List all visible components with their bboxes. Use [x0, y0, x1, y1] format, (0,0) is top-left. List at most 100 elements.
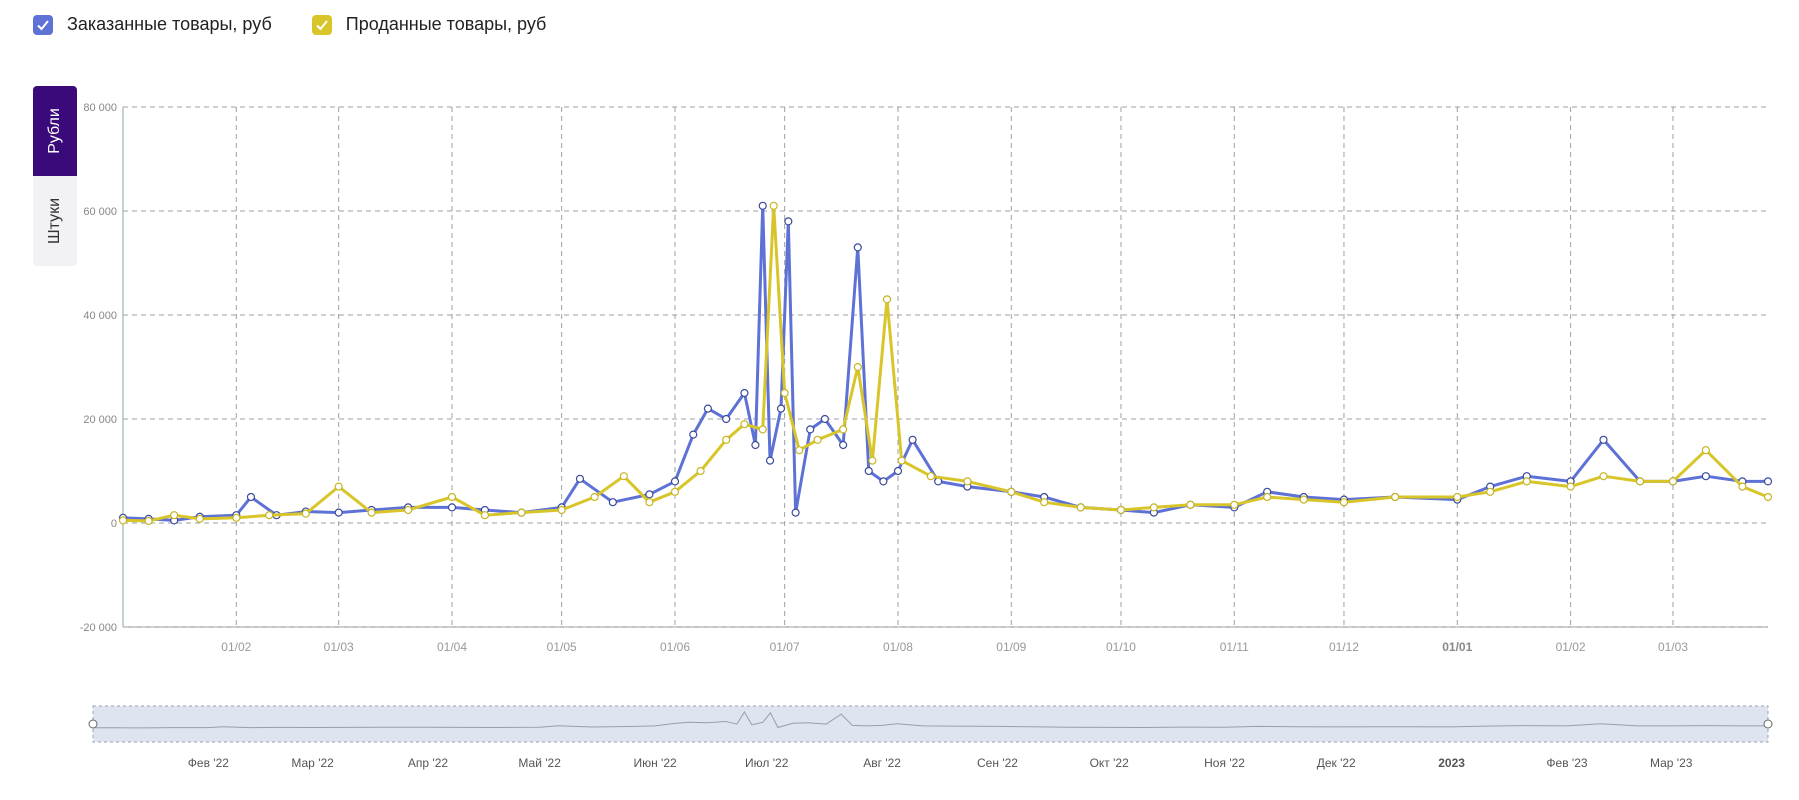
x-tick-label: 01/06	[660, 640, 690, 654]
data-point[interactable]	[118, 516, 128, 525]
data-point[interactable]	[144, 516, 153, 526]
data-point[interactable]	[740, 388, 749, 398]
x-tick-label: 01/04	[437, 640, 467, 654]
data-point[interactable]	[195, 514, 204, 523]
data-point[interactable]	[897, 456, 906, 465]
data-point[interactable]	[1701, 446, 1710, 455]
y-axis: 80 000 60 000 40 000 20 000 0 -20 000	[80, 102, 117, 634]
data-point[interactable]	[963, 477, 972, 486]
data-point[interactable]	[722, 435, 731, 444]
data-point[interactable]	[447, 503, 457, 512]
data-point[interactable]	[1599, 435, 1608, 444]
range-navigator[interactable]: Фев '22 Мар '22 Апр '22 Май '22 Июн '22 Июл '…	[88, 705, 1773, 770]
data-point[interactable]	[1668, 477, 1678, 486]
navigator-handle-left[interactable]	[88, 719, 98, 729]
x-tick-label: 01/10	[1106, 640, 1136, 654]
navigator-label: Апр '22	[408, 756, 448, 770]
data-point[interactable]	[608, 498, 617, 507]
data-point[interactable]	[1701, 472, 1710, 481]
navigator-label: Дек '22	[1317, 756, 1356, 770]
data-point[interactable]	[404, 505, 413, 515]
data-point[interactable]	[806, 425, 815, 434]
data-point[interactable]	[839, 425, 848, 434]
data-point[interactable]	[334, 482, 343, 491]
data-point[interactable]	[769, 201, 778, 210]
navigator-handle-right[interactable]	[1763, 719, 1773, 729]
data-point[interactable]	[1040, 498, 1049, 507]
data-point[interactable]	[1230, 500, 1239, 509]
data-point[interactable]	[645, 490, 654, 499]
data-point[interactable]	[791, 508, 800, 517]
data-point[interactable]	[1486, 487, 1495, 496]
data-point[interactable]	[1339, 498, 1349, 507]
y-tick-label: 40 000	[83, 310, 117, 322]
data-point[interactable]	[1599, 472, 1608, 481]
data-point[interactable]	[703, 404, 712, 413]
x-axis: 01/02 01/03 01/04 01/05 01/06 01/07 01/08 01/09…	[221, 640, 1688, 654]
data-point[interactable]	[722, 414, 731, 424]
data-point[interactable]	[1566, 482, 1575, 491]
data-point[interactable]	[1738, 482, 1747, 491]
data-point[interactable]	[232, 513, 241, 522]
data-point[interactable]	[1186, 500, 1195, 509]
data-point[interactable]	[758, 425, 767, 434]
data-point[interactable]	[367, 508, 376, 517]
data-point[interactable]	[879, 477, 888, 486]
data-point[interactable]	[1453, 492, 1462, 502]
data-point[interactable]	[765, 456, 775, 465]
data-point[interactable]	[1149, 503, 1158, 512]
data-point[interactable]	[246, 492, 256, 502]
data-point[interactable]	[1116, 505, 1126, 515]
x-tick-label: 01/03	[1658, 640, 1688, 654]
data-point[interactable]	[908, 435, 917, 444]
data-point[interactable]	[1635, 477, 1645, 486]
data-point[interactable]	[301, 509, 310, 518]
x-tick-label: 01/08	[883, 640, 913, 654]
series-line	[122, 204, 1768, 522]
data-point[interactable]	[864, 466, 873, 476]
data-point[interactable]	[696, 466, 705, 476]
data-point[interactable]	[795, 446, 804, 455]
data-point[interactable]	[1299, 495, 1308, 504]
data-point[interactable]	[1007, 487, 1016, 496]
data-point[interactable]	[645, 498, 654, 507]
data-point[interactable]	[557, 505, 566, 515]
data-point[interactable]	[590, 492, 599, 502]
data-point[interactable]	[868, 456, 877, 465]
data-point[interactable]	[758, 201, 767, 210]
data-point[interactable]	[784, 217, 793, 226]
data-point[interactable]	[575, 474, 585, 483]
data-point[interactable]	[926, 472, 935, 481]
data-point[interactable]	[740, 420, 749, 429]
data-point[interactable]	[517, 508, 526, 517]
data-point[interactable]	[334, 508, 343, 517]
line-chart: 80 00060 00040 00020 0000-20 000 01/02 01…	[80, 102, 1773, 770]
data-point[interactable]	[265, 511, 274, 520]
data-point[interactable]	[1522, 477, 1531, 486]
data-point[interactable]	[882, 295, 892, 304]
data-point[interactable]	[447, 492, 457, 502]
data-point[interactable]	[853, 362, 862, 372]
series-ordered	[118, 201, 1773, 525]
data-point[interactable]	[780, 388, 789, 398]
data-point[interactable]	[480, 511, 489, 520]
data-point[interactable]	[670, 477, 680, 486]
data-point[interactable]	[1076, 503, 1085, 512]
data-point[interactable]	[1391, 492, 1400, 502]
data-point[interactable]	[813, 435, 822, 444]
data-point[interactable]	[170, 511, 179, 520]
data-point[interactable]	[1763, 492, 1773, 502]
navigator-track[interactable]	[92, 705, 1769, 743]
data-point[interactable]	[1763, 477, 1773, 486]
data-point[interactable]	[670, 487, 680, 496]
data-point[interactable]	[751, 440, 760, 450]
data-point[interactable]	[839, 440, 848, 450]
data-point[interactable]	[893, 466, 903, 476]
data-point[interactable]	[776, 404, 786, 413]
data-point[interactable]	[1263, 492, 1272, 502]
data-point[interactable]	[820, 414, 829, 424]
data-point[interactable]	[619, 472, 628, 481]
x-tick-label: 01/01	[1442, 640, 1472, 654]
data-point[interactable]	[689, 430, 698, 439]
data-point[interactable]	[853, 243, 862, 252]
